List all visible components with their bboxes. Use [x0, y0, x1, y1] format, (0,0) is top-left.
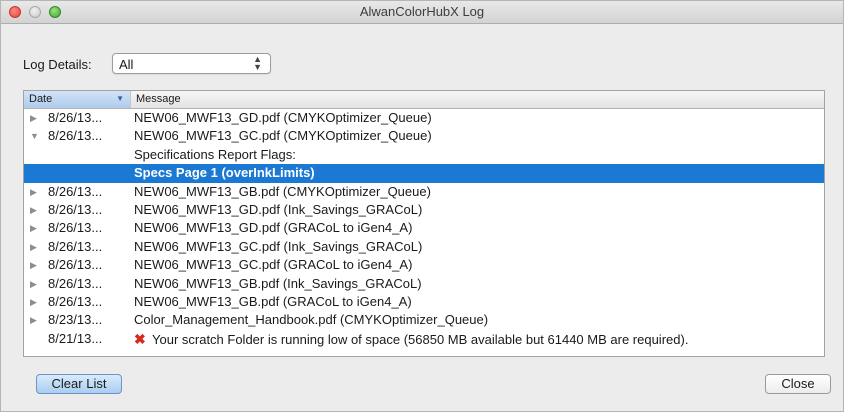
sort-descending-icon: ▼	[116, 94, 124, 103]
table-row[interactable]: ▶ 8/26/13... NEW06_MWF13_GB.pdf (Ink_Savin…	[24, 275, 824, 293]
log-details-select[interactable]: All ▲ ▼	[112, 53, 271, 74]
disclosure-collapsed-icon[interactable]: ▶	[30, 238, 40, 256]
table-row[interactable]: ▶ 8/26/13... NEW06_MWF13_GB.pdf (CMYKOptim…	[24, 183, 824, 201]
title-bar[interactable]: AlwanColorHubX Log	[1, 1, 843, 24]
updown-arrows-icon: ▲ ▼	[253, 54, 262, 72]
row-message: Specs Page 1 (overInkLimits)	[134, 165, 315, 181]
table-header: Date ▼ Message	[24, 91, 824, 109]
row-message: NEW06_MWF13_GC.pdf (GRACoL to iGen4_A)	[134, 257, 413, 273]
row-date: 8/26/13...	[48, 128, 103, 144]
table-row[interactable]: ▶ 8/26/13... NEW06_MWF13_GC.pdf (GRACoL to…	[24, 256, 824, 274]
log-details-label: Log Details:	[23, 57, 92, 72]
row-message: NEW06_MWF13_GD.pdf (CMYKOptimizer_Queue)	[134, 110, 432, 125]
table-row[interactable]: ▶ 8/26/13... NEW06_MWF13_GD.pdf (CMYKOptim…	[24, 109, 824, 127]
error-x-icon: ✖	[134, 330, 146, 347]
row-message-text: Your scratch Folder is running low of sp…	[152, 331, 689, 347]
row-date: 8/26/13...	[48, 220, 103, 236]
row-message: NEW06_MWF13_GB.pdf (Ink_Savings_GRACoL)	[134, 275, 422, 291]
table-row[interactable]: ▶ 8/23/13... Color_Management_Handbook.pdf…	[24, 311, 824, 329]
row-date: 8/26/13...	[48, 238, 103, 254]
row-date: 8/26/13...	[48, 275, 103, 291]
window-title: AlwanColorHubX Log	[359, 4, 485, 19]
table-row[interactable]: Specs Page 1 (overInkLimits)	[24, 164, 824, 183]
disclosure-collapsed-icon[interactable]: ▶	[30, 293, 40, 311]
row-message: NEW06_MWF13_GD.pdf (Ink_Savings_GRACoL)	[134, 201, 423, 217]
table-row[interactable]: 8/21/13... ✖ Your scratch Folder is runnin…	[24, 330, 824, 348]
disclosure-collapsed-icon[interactable]: ▶	[30, 256, 40, 274]
disclosure-expanded-icon[interactable]: ▼	[30, 127, 40, 145]
row-date: 8/26/13...	[48, 183, 103, 199]
log-details-value: All	[119, 57, 134, 72]
table-row[interactable]: ▶ 8/26/13... NEW06_MWF13_GD.pdf (Ink_Savin…	[24, 201, 824, 219]
row-message: NEW06_MWF13_GB.pdf (GRACoL to iGen4_A)	[134, 293, 412, 309]
row-message: Specifications Report Flags:	[134, 146, 296, 162]
row-message: ✖ Your scratch Folder is running low of s…	[134, 330, 688, 349]
log-table: Date ▼ Message ▶ 8/26/13... NEW06_MWF13_GD…	[23, 90, 825, 357]
row-message: NEW06_MWF13_GD.pdf (GRACoL to iGen4_A)	[134, 220, 413, 236]
close-button[interactable]: Close	[765, 374, 831, 394]
row-date: 8/21/13...	[48, 330, 103, 346]
clear-list-button[interactable]: Clear List	[36, 374, 122, 394]
disclosure-collapsed-icon[interactable]: ▶	[30, 201, 40, 219]
row-date: 8/26/13...	[48, 293, 103, 309]
date-column-header[interactable]: Date ▼	[24, 91, 131, 108]
row-date: 8/26/13...	[48, 201, 103, 217]
row-date: 8/26/13...	[48, 257, 103, 273]
row-message: NEW06_MWF13_GB.pdf (CMYKOptimizer_Queue)	[134, 183, 431, 199]
row-message: Color_Management_Handbook.pdf (CMYKOptim…	[134, 312, 489, 328]
row-date: 8/23/13...	[48, 312, 103, 328]
table-row[interactable]: ▶ 8/26/13... NEW06_MWF13_GC.pdf (Ink_Savin…	[24, 238, 824, 256]
table-row[interactable]: ▶ 8/26/13... NEW06_MWF13_GB.pdf (GRACoL to…	[24, 293, 824, 311]
disclosure-collapsed-icon[interactable]: ▶	[30, 311, 40, 329]
row-message: NEW06_MWF13_GC.pdf (CMYKOptimizer_Queue)	[134, 128, 432, 144]
disclosure-collapsed-icon[interactable]: ▶	[30, 219, 40, 237]
table-rows: ▶ 8/26/13... NEW06_MWF13_GD.pdf (CMYKOptim…	[24, 109, 824, 348]
table-row[interactable]: ▼ 8/26/13... NEW06_MWF13_GC.pdf (CMYKOptim…	[24, 127, 824, 145]
disclosure-collapsed-icon[interactable]: ▶	[30, 109, 40, 127]
table-row[interactable]: ▶ 8/26/13... NEW06_MWF13_GD.pdf (GRACoL to…	[24, 219, 824, 237]
row-message: NEW06_MWF13_GC.pdf (Ink_Savings_GRACoL)	[134, 238, 423, 254]
log-window: AlwanColorHubX Log Log Details: All ▲ ▼ D…	[0, 0, 844, 412]
row-date: 8/26/13...	[48, 110, 103, 125]
message-column-header[interactable]: Message	[136, 93, 181, 105]
disclosure-collapsed-icon[interactable]: ▶	[30, 183, 40, 201]
table-row[interactable]: Specifications Report Flags:	[24, 146, 824, 164]
disclosure-collapsed-icon[interactable]: ▶	[30, 275, 40, 293]
